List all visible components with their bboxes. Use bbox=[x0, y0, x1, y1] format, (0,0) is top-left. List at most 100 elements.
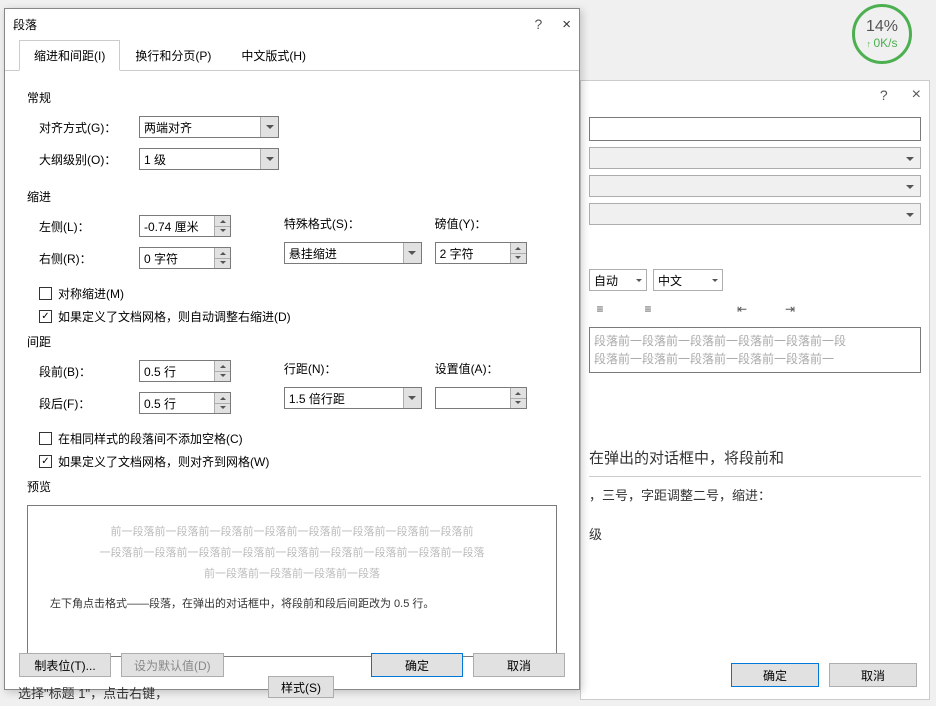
increase-indent-icon[interactable]: ⇥ bbox=[779, 299, 801, 319]
decrease-indent-icon[interactable]: ⇤ bbox=[731, 299, 753, 319]
by-value: 2 字符 bbox=[440, 245, 474, 262]
before-label: 段前(B)： bbox=[39, 363, 139, 380]
performance-speed: ↑ 0K/s bbox=[866, 36, 897, 50]
alignment-dropdown-icon[interactable] bbox=[260, 117, 278, 137]
after-spinner[interactable]: 0.5 行 bbox=[139, 392, 231, 414]
styles-button[interactable]: 样式(S) bbox=[268, 676, 334, 698]
spinner-up-icon[interactable] bbox=[215, 216, 230, 227]
indent-left-spinner[interactable]: -0.74 厘米 bbox=[139, 215, 231, 237]
section-general: 常规 bbox=[27, 89, 557, 106]
spinner-down-icon[interactable] bbox=[215, 227, 230, 237]
spinner-up-icon[interactable] bbox=[215, 361, 230, 372]
bg-preview-line2: 段落前一段落前一段落前一段落前一段落前一 bbox=[594, 350, 916, 368]
bg-text-input[interactable] bbox=[589, 117, 921, 141]
performance-speed-value: 0K/s bbox=[874, 36, 898, 50]
by-spinner[interactable]: 2 字符 bbox=[435, 242, 527, 264]
snap-grid-label: 如果定义了文档网格，则对齐到网格(W) bbox=[58, 453, 269, 470]
alignment-value: 两端对齐 bbox=[144, 119, 192, 136]
spinner-up-icon[interactable] bbox=[511, 243, 526, 254]
tab-indent-spacing[interactable]: 缩进和间距(I) bbox=[19, 40, 120, 71]
outline-combo[interactable]: 1 级 bbox=[139, 148, 279, 170]
line-spacing-dropdown-icon[interactable] bbox=[403, 388, 421, 408]
no-space-label: 在相同样式的段落间不添加空格(C) bbox=[58, 430, 243, 447]
section-spacing: 间距 bbox=[27, 333, 557, 350]
set-default-button[interactable]: 设为默认值(D) bbox=[121, 653, 224, 677]
section-preview: 预览 bbox=[27, 478, 557, 495]
line-spacing-value: 1.5 倍行距 bbox=[289, 390, 345, 407]
performance-percent: 14% bbox=[866, 18, 898, 36]
bg-combo-1[interactable] bbox=[589, 147, 921, 169]
help-button[interactable]: ? bbox=[534, 16, 542, 32]
mirror-indent-checkbox[interactable] bbox=[39, 287, 52, 300]
preview-gray-2: 一段落前一段落前一段落前一段落前一段落前一段落前一段落前一段落前一段落 bbox=[50, 543, 534, 564]
spinner-up-icon[interactable] bbox=[215, 248, 230, 259]
before-value: 0.5 行 bbox=[144, 363, 176, 380]
no-space-checkbox[interactable] bbox=[39, 432, 52, 445]
dialog-footer: 制表位(T)... 设为默认值(D) 确定 取消 bbox=[19, 653, 565, 677]
auto-adjust-checkbox[interactable]: ✓ bbox=[39, 310, 52, 323]
bg-combo-2[interactable] bbox=[589, 175, 921, 197]
bg-preview-line1: 段落前一段落前一段落前一段落前一段落前一段 bbox=[594, 332, 916, 350]
spinner-up-icon[interactable] bbox=[215, 393, 230, 404]
bg-cancel-button[interactable]: 取消 bbox=[829, 663, 917, 687]
spinner-down-icon[interactable] bbox=[215, 259, 230, 269]
bg-combo-3[interactable] bbox=[589, 203, 921, 225]
under-text: 选择"标题 1"，点击右键， bbox=[18, 683, 168, 702]
bg-desc-1: 在弹出的对话框中，将段前和 bbox=[589, 447, 921, 468]
alignment-combo[interactable]: 两端对齐 bbox=[139, 116, 279, 138]
line-spacing-label: 行距(N)： bbox=[284, 360, 337, 377]
special-label: 特殊格式(S)： bbox=[284, 215, 360, 232]
indent-left-label: 左侧(L)： bbox=[39, 218, 139, 235]
bg-lang-combo[interactable]: 中文 bbox=[653, 269, 723, 291]
tab-asian-typography[interactable]: 中文版式(H) bbox=[226, 40, 321, 71]
background-dialog: ? × 自动 中文 ≡ ≡ ⇤ ⇥ 段落前一段落前一段落前一段落前一段落前一段 … bbox=[580, 80, 930, 700]
ok-button[interactable]: 确定 bbox=[371, 653, 463, 677]
outline-label: 大纲级别(O)： bbox=[39, 151, 139, 168]
spinner-down-icon[interactable] bbox=[511, 399, 526, 409]
mirror-indent-label: 对称缩进(M) bbox=[58, 285, 124, 302]
outline-dropdown-icon[interactable] bbox=[260, 149, 278, 169]
spinner-down-icon[interactable] bbox=[215, 372, 230, 382]
titlebar: 段落 ? × bbox=[5, 9, 579, 39]
at-spinner[interactable] bbox=[435, 387, 527, 409]
spinner-down-icon[interactable] bbox=[511, 254, 526, 264]
alignment-label: 对齐方式(G)： bbox=[39, 119, 139, 136]
bg-color-combo[interactable]: 自动 bbox=[589, 269, 647, 291]
special-dropdown-icon[interactable] bbox=[403, 243, 421, 263]
bg-ok-button[interactable]: 确定 bbox=[731, 663, 819, 687]
performance-widget: 14% ↑ 0K/s bbox=[852, 4, 924, 64]
special-value: 悬挂缩进 bbox=[289, 245, 337, 262]
bg-preview-small: 段落前一段落前一段落前一段落前一段落前一段 段落前一段落前一段落前一段落前一段落… bbox=[589, 327, 921, 373]
line-spacing-combo[interactable]: 1.5 倍行距 bbox=[284, 387, 422, 409]
bg-color-value: 自动 bbox=[594, 272, 618, 289]
snap-grid-checkbox[interactable]: ✓ bbox=[39, 455, 52, 468]
tab-strip: 缩进和间距(I) 换行和分页(P) 中文版式(H) bbox=[5, 39, 579, 71]
preview-box: 前一段落前一段落前一段落前一段落前一段落前一段落前一段落前一段落前 一段落前一段… bbox=[27, 505, 557, 657]
special-combo[interactable]: 悬挂缩进 bbox=[284, 242, 422, 264]
indent-left-icon[interactable]: ≡ bbox=[589, 299, 611, 319]
preview-gray-1: 前一段落前一段落前一段落前一段落前一段落前一段落前一段落前一段落前 bbox=[50, 522, 534, 543]
at-label: 设置值(A)： bbox=[435, 360, 499, 377]
cancel-button[interactable]: 取消 bbox=[473, 653, 565, 677]
close-button[interactable]: × bbox=[562, 16, 571, 33]
spinner-down-icon[interactable] bbox=[215, 404, 230, 414]
bg-titlebar: ? × bbox=[581, 81, 929, 109]
outline-value: 1 级 bbox=[144, 151, 166, 168]
tabs-button[interactable]: 制表位(T)... bbox=[19, 653, 111, 677]
indent-right-icon[interactable]: ≡ bbox=[637, 299, 659, 319]
section-indent: 缩进 bbox=[27, 188, 557, 205]
auto-adjust-label: 如果定义了文档网格，则自动调整右缩进(D) bbox=[58, 308, 291, 325]
indent-left-value: -0.74 厘米 bbox=[144, 218, 199, 235]
bg-close-button[interactable]: × bbox=[912, 86, 921, 104]
preview-gray-3: 前一段落前一段落前一段落前一段落 bbox=[50, 564, 534, 585]
performance-circle: 14% ↑ 0K/s bbox=[852, 4, 912, 64]
bg-desc-3: 级 bbox=[589, 524, 921, 543]
before-spinner[interactable]: 0.5 行 bbox=[139, 360, 231, 382]
indent-right-spinner[interactable]: 0 字符 bbox=[139, 247, 231, 269]
preview-sample-text: 左下角点击格式——段落，在弹出的对话框中，将段前和段后间距改为 0.5 行。 bbox=[50, 595, 534, 611]
tab-line-page-breaks[interactable]: 换行和分页(P) bbox=[120, 40, 226, 71]
by-label: 磅值(Y)： bbox=[435, 215, 487, 232]
spinner-up-icon[interactable] bbox=[511, 388, 526, 399]
bg-help-button[interactable]: ? bbox=[880, 87, 888, 103]
bg-desc-2: ，三号，字距调整二号，缩进： bbox=[589, 485, 921, 504]
